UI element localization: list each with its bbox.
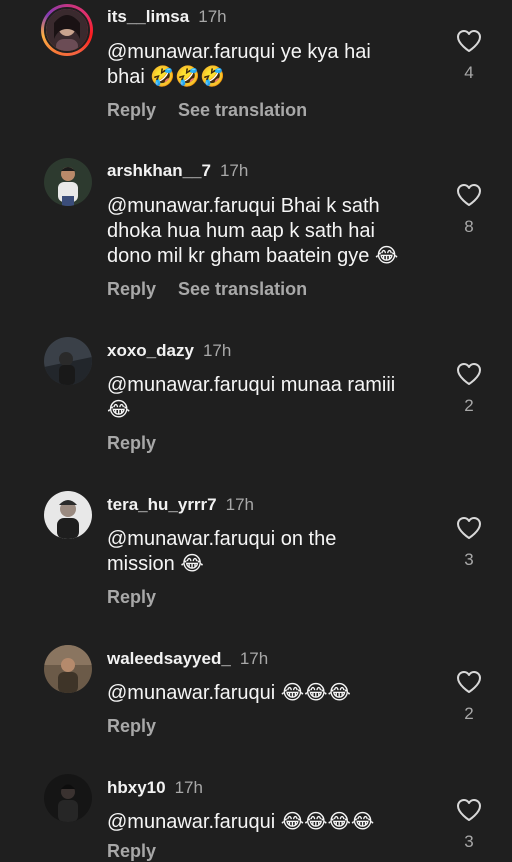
comment-actions: Reply See translation: [107, 279, 307, 300]
reply-button[interactable]: Reply: [107, 433, 156, 453]
comment-text: @munawar.faruqui 😂😂😂: [107, 681, 437, 706]
timestamp: 17h: [239, 649, 269, 668]
like-count: 4: [464, 63, 474, 82]
comment-text: @munawar.faruqui on the mission 😂: [107, 527, 437, 577]
comment-text-line: @munawar.faruqui 😂😂😂: [107, 682, 351, 704]
comment-text: @munawar.faruqui 😂😂😂😂: [107, 810, 437, 835]
username[interactable]: arshkhan__7: [107, 161, 211, 180]
timestamp: 17h: [225, 495, 254, 514]
comment-actions: Reply: [107, 716, 156, 737]
like-button[interactable]: 2: [455, 362, 483, 416]
avatar: [44, 7, 90, 53]
comment-text-line: bhai 🤣🤣🤣: [107, 66, 226, 88]
comment-header: waleedsayyed_ 17h: [107, 649, 268, 669]
comment-text-line: dono mil kr gham baatein gye 😂: [107, 245, 399, 267]
comment-actions: Reply See translation: [107, 100, 307, 121]
like-count: 2: [464, 704, 474, 723]
username[interactable]: its__limsa: [107, 7, 189, 26]
username[interactable]: xoxo_dazy: [107, 341, 194, 360]
timestamp: 17h: [198, 7, 227, 26]
comment-text-line: @munawar.faruqui munaa ramiii: [107, 374, 396, 396]
timestamp: 17h: [174, 778, 203, 797]
reply-button[interactable]: Reply: [107, 716, 156, 736]
reply-button[interactable]: Reply: [107, 100, 156, 120]
comment-actions: Reply: [107, 433, 156, 454]
heart-outline-icon[interactable]: [456, 362, 482, 386]
avatar[interactable]: [44, 491, 92, 539]
reply-button[interactable]: Reply: [107, 587, 156, 607]
see-translation-button[interactable]: See translation: [178, 279, 307, 299]
username[interactable]: tera_hu_yrrr7: [107, 495, 217, 514]
heart-outline-icon[interactable]: [456, 516, 482, 540]
like-count: 3: [464, 550, 474, 569]
comment-text: @munawar.faruqui munaa ramiii 😂: [107, 373, 437, 423]
reply-button[interactable]: Reply: [107, 279, 156, 299]
heart-outline-icon[interactable]: [456, 183, 482, 207]
comment-text-line: dhoka hua hum aap k sath hai: [107, 220, 375, 242]
heart-outline-icon[interactable]: [456, 29, 482, 53]
avatar[interactable]: [44, 774, 92, 822]
comment-text: @munawar.faruqui Bhai k sath dhoka hua h…: [107, 194, 437, 269]
avatar[interactable]: [44, 645, 92, 693]
like-count: 2: [464, 396, 474, 415]
like-button[interactable]: 3: [455, 516, 483, 570]
reply-button[interactable]: Reply: [107, 841, 156, 861]
heart-outline-icon[interactable]: [456, 798, 482, 822]
comment-header: its__limsa 17h: [107, 7, 227, 27]
like-button[interactable]: 8: [455, 183, 483, 237]
comment-actions: Reply: [107, 587, 156, 608]
comment-text-line: @munawar.faruqui ye kya hai: [107, 41, 371, 63]
username[interactable]: waleedsayyed_: [107, 649, 231, 668]
username[interactable]: hbxy10: [107, 778, 166, 797]
comment-text: @munawar.faruqui ye kya hai bhai 🤣🤣🤣: [107, 40, 437, 90]
heart-outline-icon[interactable]: [456, 670, 482, 694]
avatar-story-ring[interactable]: [41, 4, 93, 56]
like-button[interactable]: 2: [455, 670, 483, 724]
like-button[interactable]: 3: [455, 798, 483, 852]
like-button[interactable]: 4: [455, 29, 483, 83]
comment-text-line: mission 😂: [107, 553, 204, 575]
timestamp: 17h: [202, 341, 232, 360]
comment-text-line: @munawar.faruqui Bhai k sath: [107, 195, 380, 217]
avatar[interactable]: [44, 158, 92, 206]
like-count: 3: [464, 832, 474, 851]
comment-header: hbxy10 17h: [107, 778, 203, 798]
comment-header: xoxo_dazy 17h: [107, 341, 231, 361]
comment-text-line: @munawar.faruqui on the: [107, 528, 337, 550]
see-translation-button[interactable]: See translation: [178, 100, 307, 120]
comment-text-line: 😂: [107, 399, 131, 421]
like-count: 8: [464, 217, 474, 236]
comment-header: arshkhan__7 17h: [107, 161, 248, 181]
comment-actions: Reply: [107, 841, 156, 862]
avatar[interactable]: [44, 337, 92, 385]
comment-text-line: @munawar.faruqui 😂😂😂😂: [107, 811, 375, 833]
comment-header: tera_hu_yrrr7 17h: [107, 495, 254, 515]
timestamp: 17h: [219, 161, 249, 180]
